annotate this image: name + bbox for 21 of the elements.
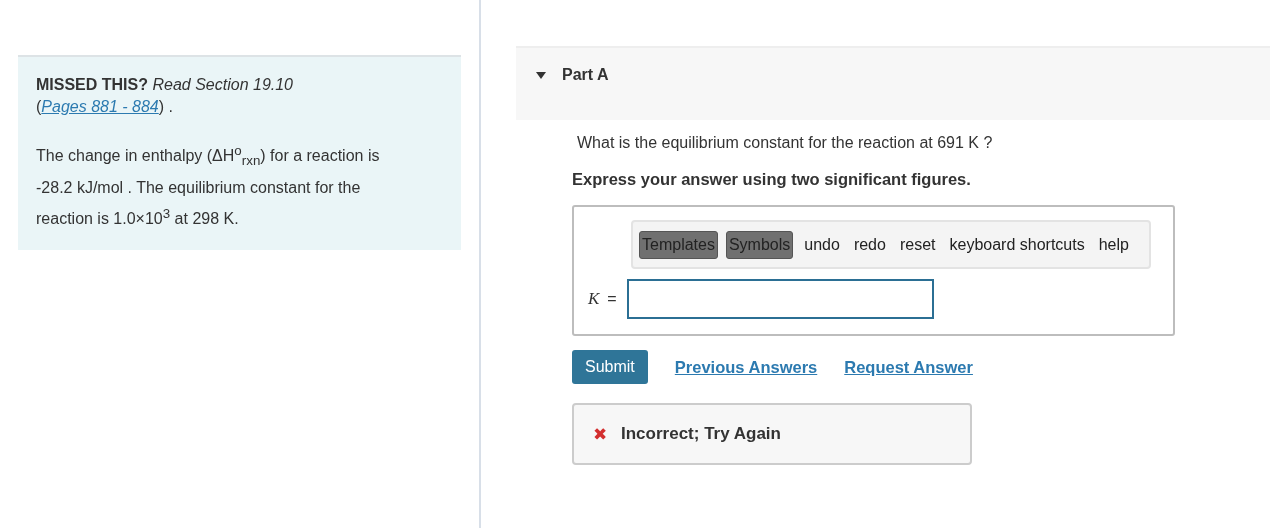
feedback-message: Incorrect; Try Again bbox=[621, 424, 781, 444]
toolbar-link[interactable]: undo bbox=[801, 230, 843, 259]
answer-field[interactable] bbox=[626, 279, 934, 319]
equals-sign: = bbox=[607, 290, 617, 308]
action-link[interactable]: Previous Answers bbox=[674, 357, 818, 377]
pages-link[interactable]: Pages 881 - 884 bbox=[41, 98, 159, 115]
submit-button[interactable]: Submit bbox=[572, 350, 648, 384]
toolbar-link[interactable]: keyboard shortcuts bbox=[946, 230, 1088, 259]
question-text: What is the equilibrium constant for the reaction at 691 K ? bbox=[577, 134, 994, 152]
caret-icon bbox=[536, 72, 546, 79]
hint-text: MISSED THIS? Read Section 19.10 (Pages 881 - 884) . bbox=[36, 75, 294, 117]
toolbar-link[interactable]: reset bbox=[896, 230, 939, 259]
action-link[interactable]: Request Answer bbox=[844, 357, 973, 377]
part-header[interactable]: Part A bbox=[516, 46, 1270, 120]
toolbar-link[interactable]: help bbox=[1095, 230, 1132, 259]
problem-text: The change in enthalpy (ΔH$^{o}$$_{rxn}$) for a reaction is -28.2 kJ/mol . The equilibrium constant for the reaction is 1.0×10$^{3}$ at 298 K. bbox=[36, 142, 381, 229]
cross-icon: ✖ bbox=[593, 423, 607, 445]
part-title: Part A bbox=[562, 66, 609, 84]
instruction-text: Express your answer using two significant figures. bbox=[572, 170, 972, 189]
variable-label: K bbox=[588, 289, 600, 309]
toolbar-link[interactable]: redo bbox=[850, 230, 889, 259]
